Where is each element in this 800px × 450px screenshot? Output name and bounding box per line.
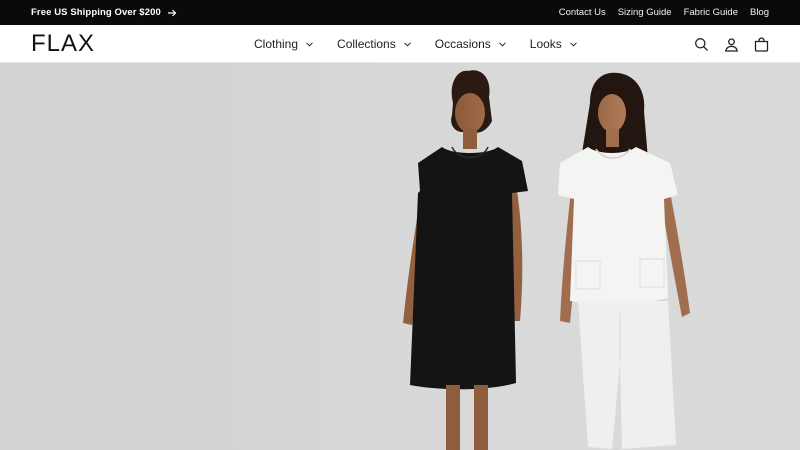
chevron-down-icon xyxy=(498,41,506,47)
sizing-guide-link[interactable]: Sizing Guide xyxy=(618,7,672,18)
account-icon xyxy=(725,37,738,52)
chevron-down-icon xyxy=(569,41,577,47)
nav-clothing[interactable]: Clothing xyxy=(254,37,313,51)
account-button[interactable] xyxy=(724,37,739,52)
chevron-down-icon xyxy=(306,41,313,47)
nav-looks[interactable]: Looks xyxy=(530,37,577,51)
cart-icon xyxy=(754,36,769,52)
site-header: FLAX Clothing Collections Occasions Look… xyxy=(0,25,800,63)
arrow-right-icon xyxy=(167,9,177,16)
chevron-down-icon xyxy=(403,41,411,47)
nav-collections-label: Collections xyxy=(337,37,396,51)
nav-clothing-label: Clothing xyxy=(254,37,299,51)
contact-us-link[interactable]: Contact Us xyxy=(559,7,606,18)
hero-image xyxy=(320,63,800,450)
main-nav: Clothing Collections Occasions Looks xyxy=(254,25,601,63)
utility-links: Contact Us Sizing Guide Fabric Guide Blo… xyxy=(559,0,769,25)
free-shipping-text: Free US Shipping Over $200 xyxy=(31,7,161,18)
nav-occasions[interactable]: Occasions xyxy=(435,37,506,51)
search-button[interactable] xyxy=(694,37,709,52)
announcement-bar: Free US Shipping Over $200 Contact Us Si… xyxy=(0,0,800,25)
cart-button[interactable] xyxy=(754,36,769,52)
search-icon xyxy=(695,37,708,51)
header-icons xyxy=(694,25,769,63)
free-shipping-link[interactable]: Free US Shipping Over $200 xyxy=(31,0,177,25)
nav-looks-label: Looks xyxy=(529,37,562,51)
nav-collections[interactable]: Collections xyxy=(337,37,411,51)
nav-occasions-label: Occasions xyxy=(434,37,491,51)
blog-link[interactable]: Blog xyxy=(750,7,769,18)
brand-logo[interactable]: FLAX xyxy=(31,32,95,56)
fabric-guide-link[interactable]: Fabric Guide xyxy=(684,7,738,18)
hero-banner[interactable] xyxy=(0,63,800,450)
